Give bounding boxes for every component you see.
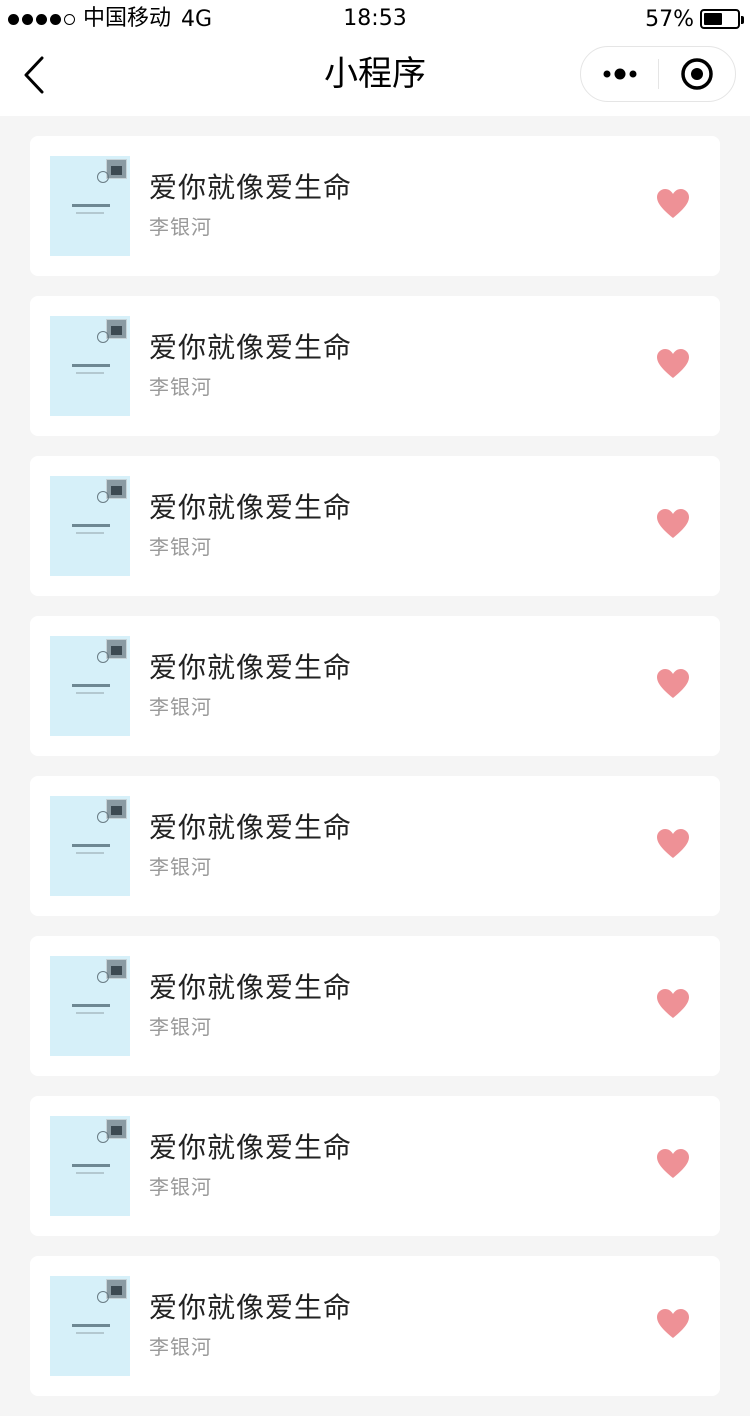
heart-icon[interactable] (656, 668, 690, 700)
book-info: 爱你就像爱生命 李银河 (149, 1130, 352, 1200)
book-cover-image (50, 1116, 130, 1216)
book-cover-image (50, 476, 130, 576)
target-close-icon (681, 58, 713, 90)
book-info: 爱你就像爱生命 李银河 (149, 970, 352, 1040)
status-bar: 中国移动 4G 18:53 57% (0, 0, 750, 38)
book-author: 李银河 (149, 215, 212, 239)
book-title: 爱你就像爱生命 (149, 971, 353, 1004)
list-item[interactable]: 爱你就像爱生命 李银河 (30, 936, 720, 1076)
list-item[interactable]: 爱你就像爱生命 李银河 (30, 296, 720, 436)
heart-icon[interactable] (656, 1148, 690, 1180)
close-miniprogram-button[interactable] (659, 46, 735, 102)
battery-icon (700, 9, 744, 29)
book-info: 爱你就像爱生命 李银河 (149, 170, 352, 240)
book-cover-image (50, 636, 130, 736)
book-list: 爱你就像爱生命 李银河 爱你就像爱生命 李银河 爱你就像爱生命 李银河 爱你就像… (30, 136, 720, 1416)
battery-fill (704, 13, 723, 25)
more-button[interactable] (581, 46, 658, 102)
book-title: 爱你就像爱生命 (149, 1131, 353, 1164)
book-author: 李银河 (149, 375, 212, 399)
book-title: 爱你就像爱生命 (149, 811, 353, 844)
heart-icon[interactable] (656, 1308, 690, 1340)
book-cover-image (50, 796, 130, 896)
nav-bar: 小程序 (0, 38, 750, 116)
book-author: 李银河 (149, 1175, 212, 1199)
list-item[interactable]: 爱你就像爱生命 李银河 (30, 616, 720, 756)
book-author: 李银河 (149, 1335, 212, 1359)
more-dots-icon (603, 68, 636, 80)
list-item[interactable]: 爱你就像爱生命 李银河 (30, 136, 720, 276)
book-cover-image (50, 1276, 130, 1376)
capsule-menu (580, 46, 736, 102)
book-title: 爱你就像爱生命 (149, 651, 353, 684)
book-author: 李银河 (149, 535, 212, 559)
heart-icon[interactable] (656, 508, 690, 540)
book-title: 爱你就像爱生命 (149, 171, 353, 204)
book-cover-image (50, 956, 130, 1056)
list-item[interactable]: 爱你就像爱生命 李银河 (30, 776, 720, 916)
book-author: 李银河 (149, 855, 212, 879)
book-author: 李银河 (149, 695, 212, 719)
book-cover-image (50, 156, 130, 256)
book-info: 爱你就像爱生命 李银河 (149, 330, 352, 400)
book-title: 爱你就像爱生命 (149, 491, 353, 524)
book-info: 爱你就像爱生命 李银河 (149, 1290, 352, 1360)
book-cover-image (50, 316, 130, 416)
book-title: 爱你就像爱生命 (149, 1291, 353, 1324)
status-time: 18:53 (343, 6, 407, 31)
book-info: 爱你就像爱生命 李银河 (149, 650, 352, 720)
heart-icon[interactable] (656, 348, 690, 380)
book-title: 爱你就像爱生命 (149, 331, 353, 364)
heart-icon[interactable] (656, 828, 690, 860)
battery-percent: 57% (645, 6, 694, 32)
list-item[interactable]: 爱你就像爱生命 李银河 (30, 1096, 720, 1236)
list-item[interactable]: 爱你就像爱生命 李银河 (30, 456, 720, 596)
list-item[interactable]: 爱你就像爱生命 李银河 (30, 1256, 720, 1396)
status-right: 57% (645, 6, 744, 32)
heart-icon[interactable] (656, 988, 690, 1020)
book-info: 爱你就像爱生命 李银河 (149, 810, 352, 880)
book-info: 爱你就像爱生命 李银河 (149, 490, 352, 560)
book-author: 李银河 (149, 1015, 212, 1039)
heart-icon[interactable] (656, 188, 690, 220)
